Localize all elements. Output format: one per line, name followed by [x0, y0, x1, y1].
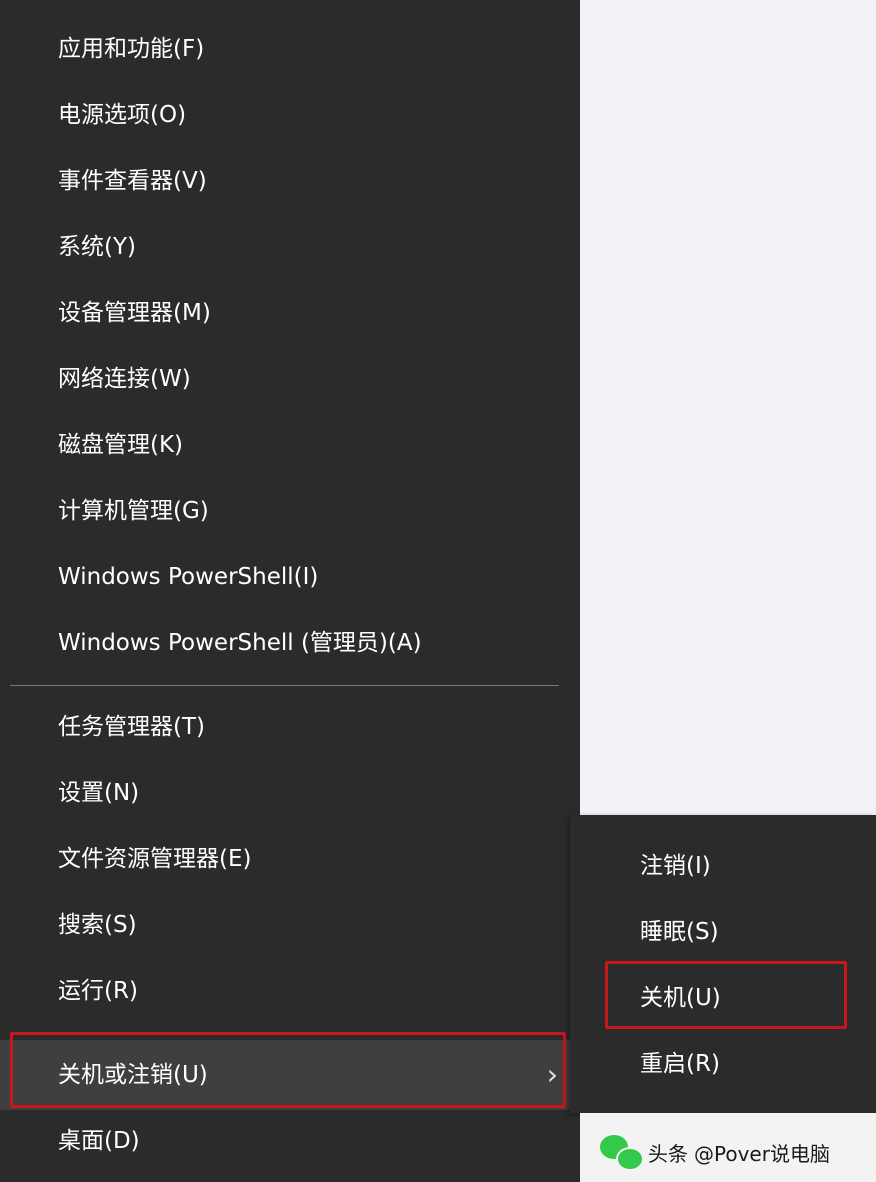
- menu-item-label: 运行(R): [58, 978, 138, 1004]
- menu-item-powershell-admin[interactable]: Windows PowerShell (管理员)(A): [0, 610, 580, 676]
- highlight-box-shutdown-menu: [10, 1032, 566, 1108]
- menu-item-task-manager[interactable]: 任务管理器(T): [0, 694, 580, 760]
- submenu-item-sleep[interactable]: 睡眠(S): [570, 899, 876, 965]
- menu-item-file-explorer[interactable]: 文件资源管理器(E): [0, 826, 580, 892]
- watermark: 头条 @Pover说电脑: [600, 1132, 830, 1172]
- menu-item-computer-management[interactable]: 计算机管理(G): [0, 478, 580, 544]
- menu-item-system[interactable]: 系统(Y): [0, 214, 580, 280]
- menu-item-label: 计算机管理(G): [58, 498, 209, 524]
- menu-item-disk-management[interactable]: 磁盘管理(K): [0, 412, 580, 478]
- menu-item-search[interactable]: 搜索(S): [0, 892, 580, 958]
- menu-item-settings[interactable]: 设置(N): [0, 760, 580, 826]
- menu-item-label: 任务管理器(T): [58, 714, 205, 740]
- menu-item-device-manager[interactable]: 设备管理器(M): [0, 280, 580, 346]
- menu-item-apps-features[interactable]: 应用和功能(F): [0, 16, 580, 82]
- submenu-item-signout[interactable]: 注销(I): [570, 833, 876, 899]
- menu-item-label: Windows PowerShell (管理员)(A): [58, 630, 422, 656]
- wechat-icon: [600, 1133, 644, 1171]
- menu-item-run[interactable]: 运行(R): [0, 958, 580, 1024]
- menu-item-event-viewer[interactable]: 事件查看器(V): [0, 148, 580, 214]
- menu-item-label: 设置(N): [58, 780, 140, 806]
- watermark-platform: 头条: [648, 1141, 688, 1166]
- menu-item-power-options[interactable]: 电源选项(O): [0, 82, 580, 148]
- submenu-item-label: 注销(I): [640, 853, 711, 879]
- menu-item-label: 搜索(S): [58, 912, 137, 938]
- menu-item-network-connections[interactable]: 网络连接(W): [0, 346, 580, 412]
- menu-item-label: 事件查看器(V): [58, 168, 207, 194]
- menu-divider: [10, 685, 559, 686]
- menu-item-label: 电源选项(O): [58, 102, 187, 128]
- submenu-item-label: 睡眠(S): [640, 919, 719, 945]
- menu-item-label: Windows PowerShell(I): [58, 564, 319, 590]
- menu-item-label: 文件资源管理器(E): [58, 846, 252, 872]
- menu-item-label: 设备管理器(M): [58, 300, 211, 326]
- menu-item-label: 网络连接(W): [58, 366, 191, 392]
- menu-item-powershell[interactable]: Windows PowerShell(I): [0, 544, 580, 610]
- menu-item-label: 磁盘管理(K): [58, 432, 184, 458]
- submenu-item-restart[interactable]: 重启(R): [570, 1031, 876, 1097]
- submenu-item-label: 重启(R): [640, 1051, 720, 1077]
- menu-item-label: 应用和功能(F): [58, 36, 205, 62]
- menu-item-label: 系统(Y): [58, 234, 136, 260]
- winx-context-menu: 应用和功能(F) 电源选项(O) 事件查看器(V) 系统(Y) 设备管理器(M)…: [0, 0, 580, 1182]
- highlight-box-shutdown-item: [605, 961, 847, 1029]
- menu-item-label: 桌面(D): [58, 1128, 140, 1154]
- menu-item-desktop[interactable]: 桌面(D): [0, 1108, 580, 1174]
- watermark-account: @Pover说电脑: [694, 1141, 830, 1166]
